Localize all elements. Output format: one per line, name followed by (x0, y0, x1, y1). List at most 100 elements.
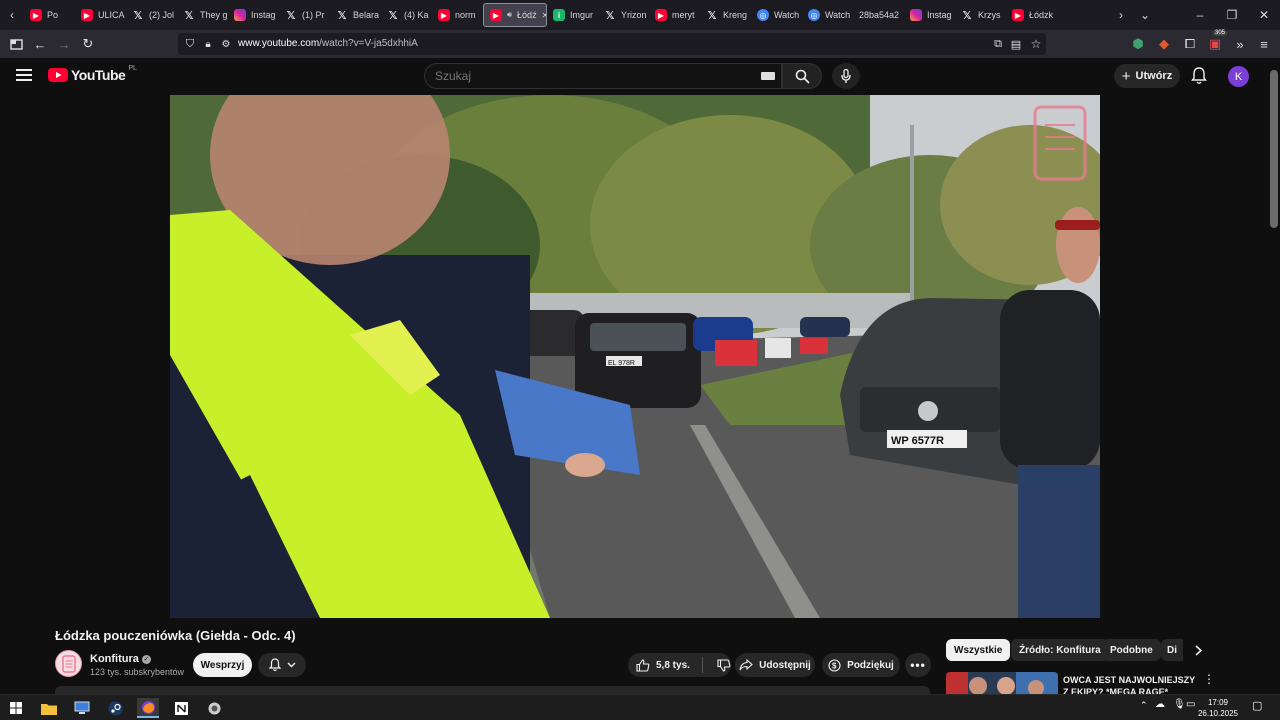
more-actions-button[interactable]: ••• (905, 653, 931, 677)
create-button[interactable]: + Utwórz (1114, 64, 1180, 88)
chips-next-icon[interactable] (1190, 642, 1206, 658)
tab-view-icon[interactable] (6, 34, 26, 54)
chip-similar[interactable]: Podobne (1102, 639, 1161, 661)
like-button[interactable]: 5,8 tys. (636, 658, 690, 672)
browser-tab[interactable]: ◎ Watch (802, 3, 853, 27)
voice-search-button[interactable] (832, 63, 860, 89)
url-text[interactable]: www.youtube.com/watch?v=V-ja5dxhhiA (238, 38, 418, 49)
channel-avatar[interactable] (55, 650, 82, 677)
browser-tab[interactable]: 𝕏 Kreng (700, 3, 751, 27)
chip-source[interactable]: Źródło: Konfitura (1011, 639, 1109, 661)
browser-tab[interactable]: 28ba54a2 (853, 3, 904, 27)
recommended-video-thumbnail[interactable] (946, 672, 1058, 694)
shield-icon[interactable]: ⛉ (180, 34, 200, 54)
thanks-button[interactable]: $ Podziękuj (822, 653, 900, 677)
permissions-icon[interactable]: ⚙ (216, 34, 236, 54)
reload-icon[interactable]: ↻ (78, 34, 98, 54)
scrollbar-thumb[interactable] (1270, 70, 1278, 228)
system-clock[interactable]: 17:09 26.10.2025 (1196, 697, 1240, 719)
notion-app-icon[interactable] (170, 698, 192, 718)
picture-in-picture-icon[interactable]: ⧉ (988, 34, 1008, 54)
minimize-icon[interactable]: – (1184, 3, 1216, 27)
tab-scroll-left-icon[interactable]: ‹ (0, 3, 24, 27)
x-icon: 𝕏 (962, 9, 972, 22)
notifications-bell-icon[interactable] (1191, 67, 1207, 90)
browser-tab[interactable]: Instag (228, 3, 279, 27)
search-icon (795, 69, 810, 84)
youtube-logo[interactable]: YouTube PL (48, 65, 137, 83)
microphone-tray-icon[interactable]: 🎙︎ (1173, 699, 1186, 710)
search-box[interactable] (424, 63, 782, 89)
dislike-button[interactable] (717, 658, 731, 672)
speaker-icon[interactable]: 🔊︎ (507, 10, 512, 20)
close-window-icon[interactable]: ✕ (1248, 3, 1280, 27)
bookmark-star-icon[interactable]: ☆ (1026, 34, 1046, 54)
browser-tab[interactable]: 𝕏 Belara (330, 3, 381, 27)
vpn-app-icon[interactable] (203, 698, 225, 718)
description-box[interactable] (55, 686, 930, 694)
instagram-icon (234, 9, 246, 21)
browser-tab[interactable]: ▶ ULICA (75, 3, 126, 27)
browser-tab[interactable]: 𝕏 (4) Ka (381, 3, 432, 27)
browser-tab[interactable]: 𝕏 Yrizon (598, 3, 649, 27)
chip-partial[interactable]: Di (1161, 639, 1183, 661)
share-button[interactable]: Udostępnij (735, 653, 815, 677)
tab-label: Watch (825, 10, 851, 20)
menu-hamburger-icon[interactable]: ≡ (1254, 34, 1274, 54)
search-button[interactable] (782, 63, 822, 89)
channel-name-text[interactable]: Konfitura (90, 653, 139, 665)
more-horizontal-icon: ••• (910, 658, 926, 672)
windows-start-icon[interactable] (5, 698, 27, 718)
tab-label: Imgur (570, 10, 594, 20)
browser-tab[interactable]: i Imgur (547, 3, 598, 27)
tab-scroll-right-icon[interactable]: › (1109, 3, 1133, 27)
extension-badge-icon[interactable]: ▣ 305 (1205, 30, 1228, 54)
x-icon: 𝕏 (184, 9, 194, 22)
network-icon[interactable]: ▭ (1186, 699, 1195, 710)
browser-tab[interactable]: ▶ Po (24, 3, 75, 27)
video-player[interactable]: EL 978R WP 6577R (170, 95, 1100, 618)
guide-menu-icon[interactable] (16, 68, 32, 87)
back-icon[interactable]: ← (30, 34, 50, 54)
extensions-puzzle-icon[interactable]: ⧠ (1180, 34, 1200, 54)
browser-tab[interactable]: ▶ Łódzk (1006, 3, 1057, 27)
browser-tab[interactable]: 𝕏 They g (177, 3, 228, 27)
notification-center-icon[interactable]: ▢ (1252, 699, 1262, 712)
recommended-more-icon[interactable]: ⋮ (1203, 673, 1215, 685)
account-avatar[interactable]: K (1228, 66, 1249, 87)
url-bar[interactable]: ⛉ 🔒︎ ⚙ www.youtube.com/watch?v=V-ja5dxhh… (178, 33, 1046, 55)
browser-tab[interactable]: 𝕏 Krzys (955, 3, 1006, 27)
extension-fox-icon[interactable]: ◆ (1154, 34, 1174, 54)
browser-tab[interactable]: 𝕏 (2) Jol (126, 3, 177, 27)
like-divider (701, 657, 703, 673)
overflow-chevrons-icon[interactable]: » (1230, 34, 1250, 54)
browser-nav-bar: ← → ↻ ⛉ 🔒︎ ⚙ www.youtube.com/watch?v=V-j… (0, 30, 1280, 58)
file-explorer-icon[interactable] (38, 698, 60, 718)
forward-icon[interactable]: → (54, 34, 74, 54)
computer-app-icon[interactable] (71, 698, 93, 718)
search-input[interactable] (435, 69, 735, 83)
youtube-wordmark: YouTube (71, 67, 126, 83)
browser-tab[interactable]: ◎ Watch (751, 3, 802, 27)
recommended-video-title[interactable]: OWCA JEST NAJWOLNIEJSZY Z EKIPY? *MEGA R… (1063, 674, 1198, 694)
cloud-icon[interactable]: ☁ (1155, 699, 1165, 710)
restore-icon[interactable]: ❐ (1216, 3, 1248, 27)
page-scrollbar[interactable] (1268, 58, 1280, 693)
extension-shield-icon[interactable]: ⬢ (1128, 34, 1148, 54)
tray-overflow-icon[interactable]: ⌃ (1140, 700, 1148, 711)
browser-tab[interactable]: ▶🔊︎Łódź✕ (483, 3, 547, 27)
reader-view-icon[interactable]: ▤ (1006, 34, 1026, 54)
browser-tab[interactable]: 𝕏 (1) Pr (279, 3, 330, 27)
chip-all[interactable]: Wszystkie (946, 639, 1011, 661)
support-button[interactable]: Wesprzyj (193, 653, 252, 677)
channel-name[interactable]: Konfitura ✓ (90, 653, 151, 665)
list-all-tabs-icon[interactable]: ⌄ (1133, 3, 1157, 27)
lock-icon[interactable]: 🔒︎ (198, 34, 218, 54)
firefox-icon[interactable] (137, 698, 159, 718)
browser-tab[interactable]: ▶ meryt (649, 3, 700, 27)
steam-icon[interactable] (104, 698, 126, 718)
keyboard-icon[interactable] (761, 72, 775, 80)
browser-tab[interactable]: ▶ norm (432, 3, 483, 27)
browser-tab[interactable]: Instag (904, 3, 955, 27)
subscription-notifications-button[interactable] (258, 653, 306, 677)
